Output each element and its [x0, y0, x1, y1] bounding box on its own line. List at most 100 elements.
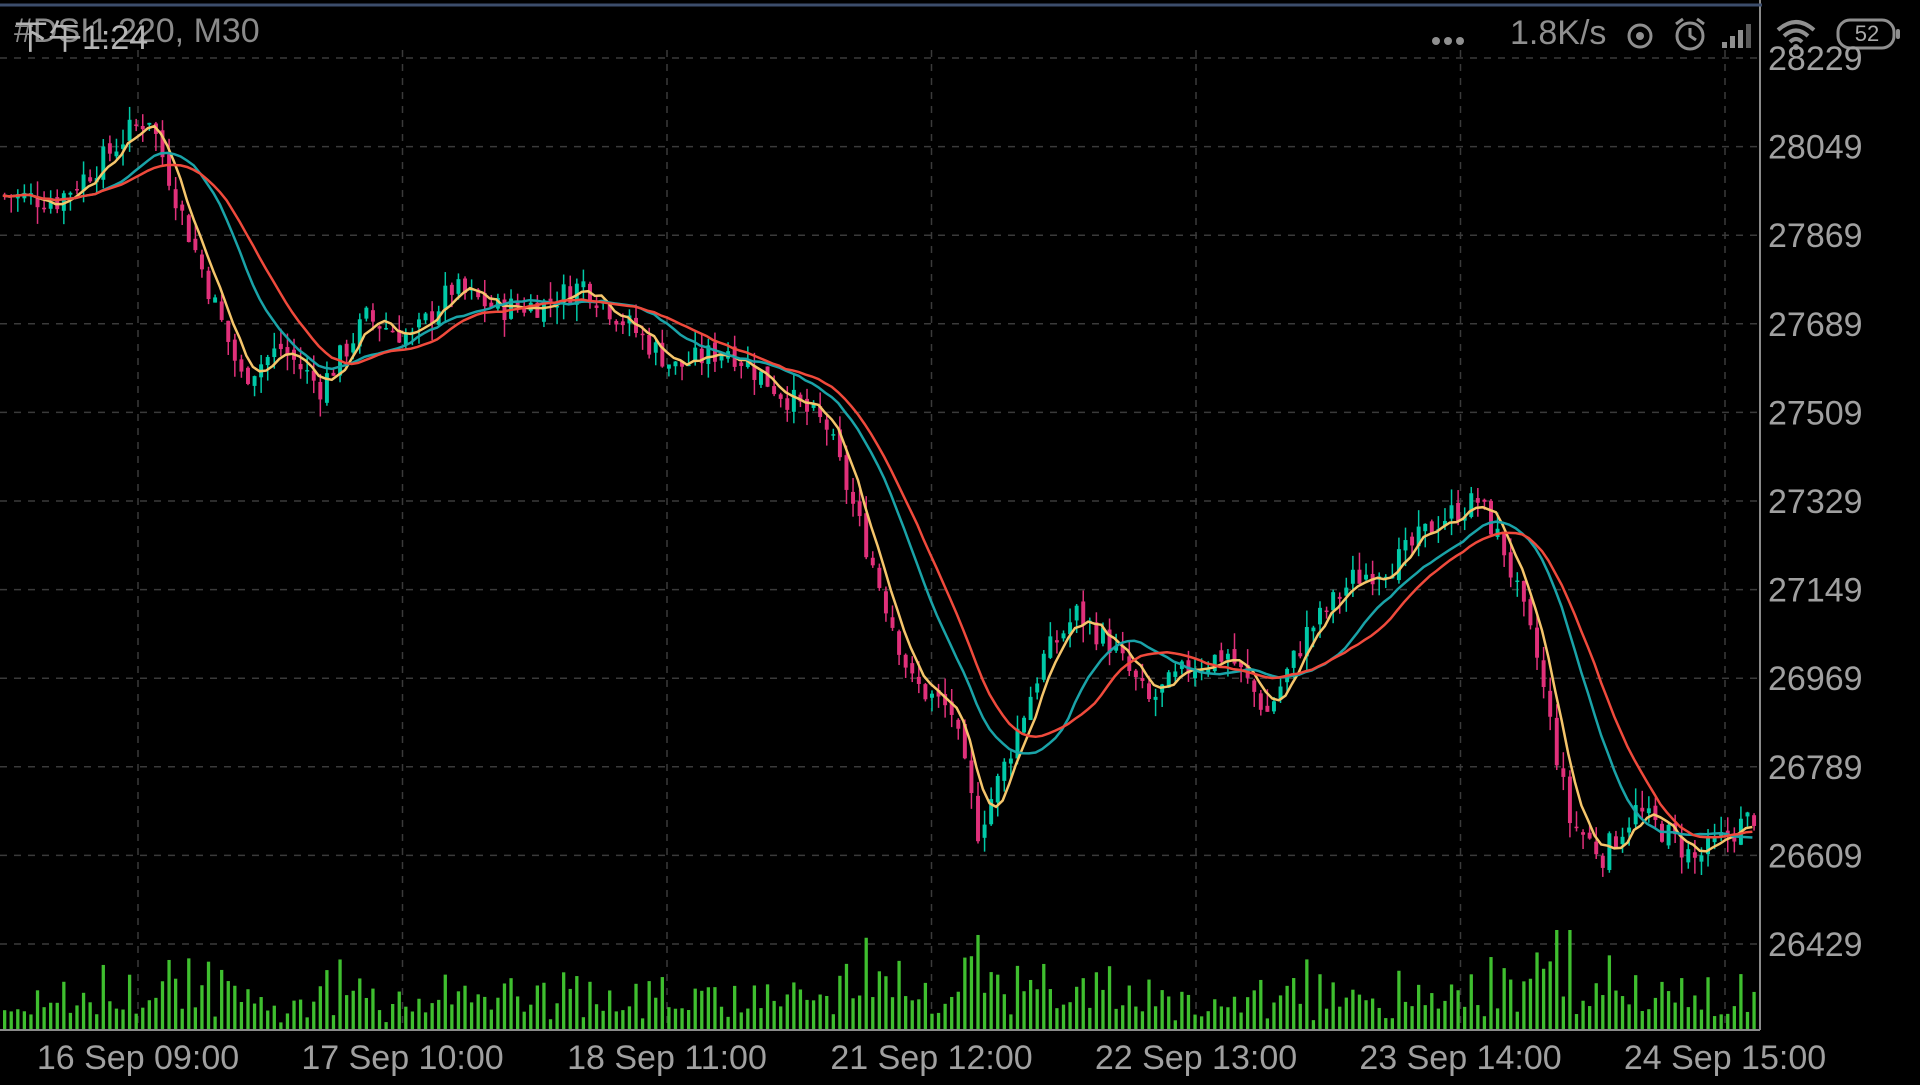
volume-bar: [1180, 991, 1184, 1030]
volume-bar: [1476, 1005, 1480, 1030]
candle-body: [265, 357, 270, 366]
candle-body: [1153, 696, 1158, 700]
volume-bar: [1134, 1006, 1138, 1030]
volume-bar: [55, 1002, 59, 1030]
volume-bar: [1463, 1006, 1467, 1030]
volume-bar: [121, 1009, 125, 1030]
volume-bar: [877, 971, 881, 1030]
candle-body: [173, 189, 178, 209]
volume-bar: [364, 997, 369, 1030]
volume-bar: [1167, 996, 1171, 1030]
volume-bar: [35, 990, 40, 1030]
candle-body: [1403, 540, 1408, 551]
volume-bar: [1094, 972, 1099, 1030]
candle-body: [1291, 650, 1296, 668]
volume-bar: [397, 991, 401, 1030]
volume-bar: [423, 1012, 428, 1030]
volume-bar: [581, 1017, 586, 1030]
volume-bar: [200, 985, 204, 1030]
candle-body: [377, 326, 382, 329]
candle-body: [344, 343, 349, 357]
volume-bar: [1588, 1006, 1592, 1030]
volume-bar: [555, 1003, 559, 1030]
candle-body: [1574, 826, 1579, 829]
volume-bar: [1298, 1003, 1302, 1030]
candle-body: [42, 207, 47, 210]
candle-body: [449, 284, 454, 295]
volume-bar: [1653, 997, 1658, 1030]
volume-bar: [410, 1011, 415, 1030]
time-axis-labels: 16 Sep 09:00 17 Sep 10:00 18 Sep 11:00 21 S…: [37, 1039, 1826, 1077]
price-chart[interactable]: 28229 28049 27869 27689 27509 27329 27149 26969…: [0, 0, 1920, 1080]
candle-body: [107, 143, 112, 154]
volume-bar: [1634, 975, 1638, 1030]
candle-body: [910, 663, 915, 674]
volume-bar: [680, 1008, 684, 1030]
volume-bar: [1581, 1000, 1585, 1030]
volume-bar: [1745, 1011, 1750, 1030]
candle-body: [1489, 500, 1493, 535]
volume-bar: [857, 995, 862, 1030]
candle-body: [1554, 717, 1559, 766]
volume-bar: [1278, 995, 1283, 1030]
volume-bar: [180, 1008, 184, 1030]
candle-body: [666, 364, 671, 369]
volume-bar: [1272, 1002, 1276, 1030]
volume-bar: [1351, 989, 1355, 1030]
volume-bar: [575, 976, 579, 1030]
volume-bar: [969, 956, 974, 1030]
volume-bar: [206, 961, 211, 1030]
candle-body: [693, 347, 698, 362]
volume-bar: [943, 1003, 947, 1030]
volume-bar: [640, 1018, 645, 1030]
candle-body: [298, 364, 303, 370]
volume-bar: [1226, 1007, 1230, 1030]
volume-bar: [1739, 974, 1743, 1030]
volume-bar: [1712, 1016, 1717, 1030]
volume-bar: [456, 991, 461, 1030]
volume-bar: [726, 1016, 730, 1030]
candle-body: [897, 631, 902, 655]
candle-body: [1482, 499, 1487, 502]
y-tick-label: 27509: [1768, 394, 1863, 432]
chart-svg[interactable]: 28229 28049 27869 27689 27509 27329 27149 26969…: [0, 0, 1920, 1080]
volume-bar: [1324, 1008, 1329, 1030]
candle-body: [653, 342, 658, 353]
candle-body: [417, 319, 421, 328]
candle-body: [1061, 633, 1066, 639]
y-tick-label: 26429: [1768, 926, 1863, 964]
volume-bar: [351, 990, 355, 1030]
volume-bar: [1193, 1014, 1197, 1030]
volume-bar: [522, 1011, 526, 1030]
y-tick-label: 28049: [1768, 129, 1863, 167]
volume-bar: [193, 1007, 198, 1030]
volume-bar: [1206, 1011, 1210, 1030]
volume-bar: [1535, 952, 1539, 1030]
volume-bar: [1436, 1008, 1441, 1030]
volume-bar: [1594, 983, 1598, 1030]
candle-body: [614, 321, 619, 325]
volume-bar: [825, 995, 829, 1030]
volume-bar: [1548, 961, 1552, 1030]
volume-bar: [752, 985, 757, 1030]
volume-bar: [114, 1008, 119, 1030]
candle-body: [1515, 580, 1520, 583]
volume-bar: [160, 981, 165, 1030]
volume-bar: [1153, 1006, 1158, 1030]
candle-body: [1528, 599, 1533, 626]
volume-bar: [16, 1009, 20, 1030]
volume-bar: [81, 992, 86, 1030]
volume-bar: [1555, 930, 1559, 1030]
volume-bar: [1693, 995, 1697, 1030]
volume-bar: [910, 1000, 914, 1030]
candle-body: [232, 339, 237, 361]
volume-bar: [62, 981, 66, 1030]
volume-bar: [1430, 993, 1434, 1030]
candle-body: [778, 394, 783, 399]
volume-bar: [483, 996, 487, 1030]
volume-bar: [1015, 965, 1020, 1030]
volume-bar: [469, 1002, 474, 1030]
volume-bar: [779, 1006, 783, 1030]
volume-bar: [818, 994, 822, 1030]
volume-bar: [989, 972, 993, 1030]
